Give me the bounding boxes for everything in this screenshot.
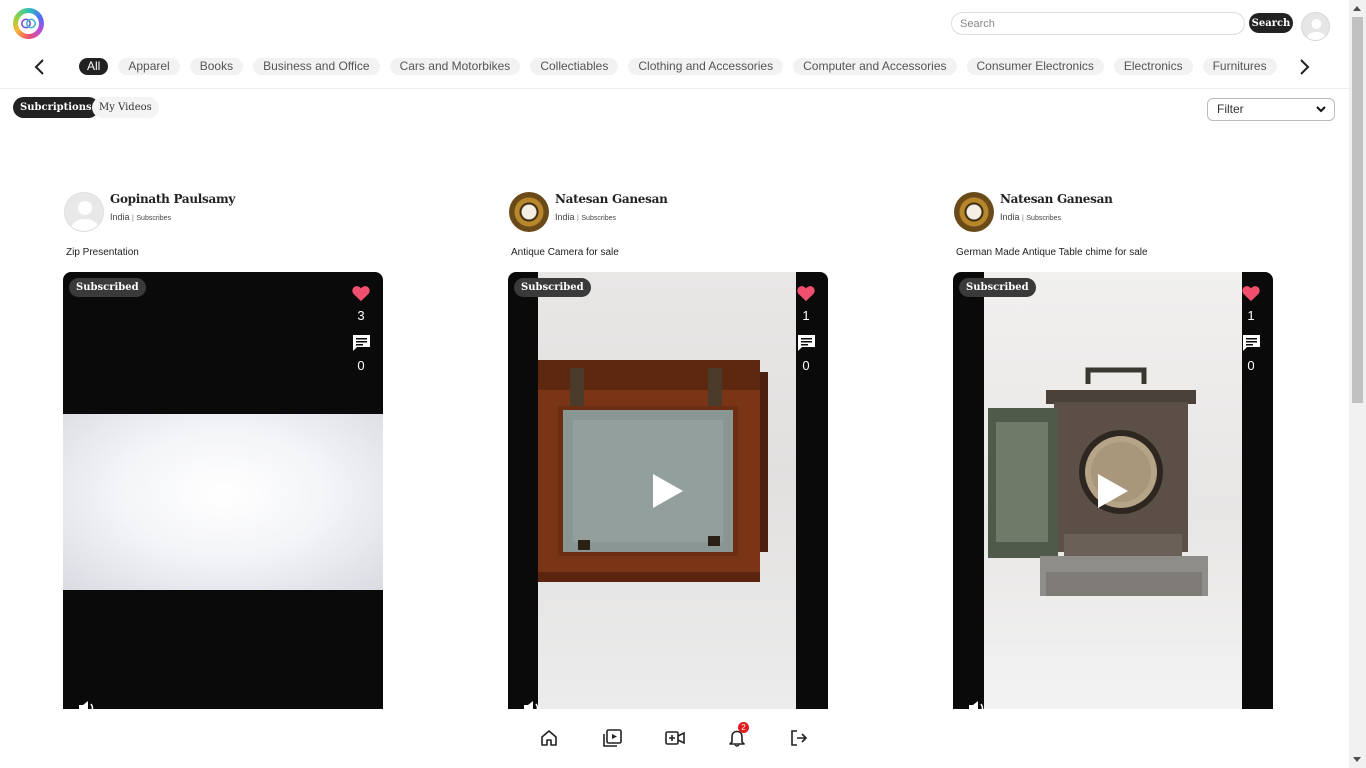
home-button[interactable] [537,726,561,750]
scroll-up-arrow-icon[interactable] [1353,6,1361,11]
post-title: Antique Camera for sale [511,247,619,258]
home-icon [541,730,557,746]
search-input[interactable] [951,12,1245,35]
author-meta: India | Subscribes [555,212,616,222]
author-name[interactable]: Gopinath Paulsamy [110,192,235,206]
author-country: India [555,212,575,222]
tab-my-videos[interactable]: My Videos [92,97,159,118]
user-avatar[interactable] [1301,12,1330,41]
comment-count: 0 [1247,358,1255,373]
category-chip-cars-motorbikes[interactable]: Cars and Motorbikes [389,58,521,75]
video-player[interactable]: Subscribed 3 0 [63,272,383,710]
chevron-left-icon [34,59,44,75]
scroll-down-arrow-icon[interactable] [1353,757,1361,762]
heart-icon[interactable] [796,284,816,302]
comment-icon[interactable] [1242,334,1261,352]
subscribed-badge: Subscribed [514,278,591,297]
comment-icon[interactable] [797,334,816,352]
video-actions: 3 0 [345,284,377,373]
logo-rings-icon [21,18,36,29]
subscribed-badge: Subscribed [69,278,146,297]
heart-icon[interactable] [1241,284,1261,302]
category-chips: All Apparel Books Business and Office Ca… [79,58,1277,76]
page-scrollbar[interactable] [1349,0,1366,768]
logout-icon [791,730,808,746]
meta-separator: | [577,215,579,222]
play-icon[interactable] [1096,472,1130,510]
category-chip-electronics[interactable]: Electronics [1113,58,1193,75]
like-count: 3 [357,308,365,323]
tab-subscriptions[interactable]: Subcriptions [13,97,99,118]
author-name[interactable]: Natesan Ganesan [555,192,668,206]
filter-select[interactable]: Filter [1207,98,1335,121]
category-chip-computer-accessories[interactable]: Computer and Accessories [793,58,957,75]
author-avatar[interactable] [954,192,994,232]
category-chip-clothing-accessories[interactable]: Clothing and Accessories [628,58,784,75]
category-scroll-right-button[interactable] [1294,55,1316,79]
chevron-right-icon [1300,59,1310,75]
video-player[interactable]: Subscribed 1 0 [508,272,828,710]
post-title: Zip Presentation [66,247,139,258]
comment-count: 0 [802,358,810,373]
video-actions: 1 0 [790,284,822,373]
author-name[interactable]: Natesan Ganesan [1000,192,1113,206]
meta-separator: | [132,215,134,222]
bottom-navigation: 2 [0,709,1349,768]
add-video-icon [665,731,685,745]
like-count: 1 [802,308,810,323]
notifications-button[interactable]: 2 [725,722,749,750]
meta-separator: | [1022,215,1024,222]
logout-button[interactable] [787,726,811,750]
heart-icon[interactable] [351,284,371,302]
video-actions: 1 0 [1235,284,1267,373]
subscribes-label: Subscribes [581,215,617,222]
category-chip-all[interactable]: All [79,58,109,75]
author-meta: India | Subscribes [110,212,171,222]
add-video-button[interactable] [663,726,687,750]
author-meta: India | Subscribes [1000,212,1061,222]
filter-selected-value: Filter [1217,102,1244,116]
videos-button[interactable] [600,726,624,750]
author-avatar[interactable] [64,192,104,232]
video-frame [63,414,383,590]
post-title: German Made Antique Table chime for sale [956,247,1148,258]
play-icon[interactable] [651,472,685,510]
category-chip-apparel[interactable]: Apparel [118,58,180,75]
page: Search All Apparel Books Business and Of… [0,0,1366,768]
category-chip-collectiables[interactable]: Collectiables [530,58,619,75]
category-chip-furnitures[interactable]: Furnitures [1202,58,1277,75]
author-avatar[interactable] [509,192,549,232]
category-chip-consumer-electronics[interactable]: Consumer Electronics [966,58,1104,75]
default-avatar-icon [71,201,99,231]
subscribes-label: Subscribes [136,215,172,222]
comment-icon[interactable] [352,334,371,352]
author-country: India [1000,212,1020,222]
scrollbar-thumb[interactable] [1352,17,1363,403]
subscribes-label: Subscribes [1026,215,1062,222]
category-chip-business-office[interactable]: Business and Office [253,58,380,75]
comment-count: 0 [357,358,365,373]
app-logo[interactable] [13,8,44,39]
like-count: 1 [1247,308,1255,323]
author-country: India [110,212,130,222]
search-button[interactable]: Search [1249,13,1293,33]
video-player[interactable]: Subscribed 1 0 [953,272,1273,710]
videos-icon [602,729,622,747]
category-scroll-left-button[interactable] [28,55,50,79]
header-divider [0,88,1349,89]
category-chip-books[interactable]: Books [189,58,244,75]
notification-count-badge: 2 [738,722,749,733]
user-silhouette-icon [1306,19,1327,40]
chevron-down-icon [1316,106,1326,113]
subscribed-badge: Subscribed [959,278,1036,297]
